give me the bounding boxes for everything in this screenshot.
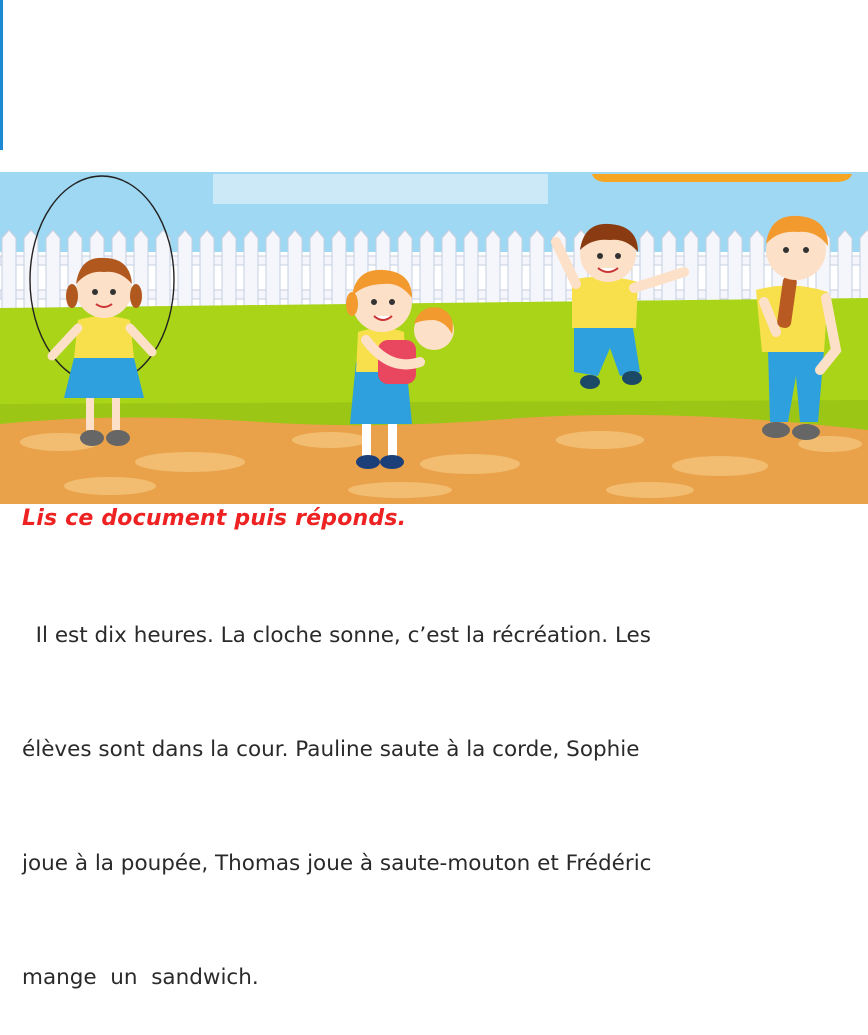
- orange-strip: [592, 174, 852, 182]
- fence-picket: [529, 229, 545, 313]
- fence-picket: [265, 229, 281, 313]
- fence-picket: [309, 229, 325, 313]
- paragraph-line: mange un sandwich.: [22, 965, 259, 990]
- fence-picket: [177, 229, 193, 313]
- instruction-heading: Lis ce document puis réponds.: [22, 506, 407, 531]
- fence-picket: [441, 229, 457, 313]
- paragraph-line: élèves sont dans la cour. Pauline saute …: [22, 737, 640, 762]
- fence-picket: [331, 229, 347, 313]
- fence-picket: [507, 229, 523, 313]
- fence-picket: [221, 229, 237, 313]
- playground-illustration: [0, 172, 868, 504]
- fence-picket: [705, 229, 721, 313]
- fence-picket: [485, 229, 501, 313]
- fence-picket: [287, 229, 303, 313]
- fence-picket: [1, 229, 17, 313]
- left-edge-bar: [0, 0, 3, 150]
- paragraph-line: Il est dix heures. La cloche sonne, c’es…: [22, 623, 651, 648]
- sky-band: [213, 174, 548, 204]
- fence-picket: [639, 229, 655, 313]
- fence-picket: [45, 229, 61, 313]
- fence-picket: [199, 229, 215, 313]
- paragraph-line: joue à la poupée, Thomas joue à saute-mo…: [22, 851, 652, 876]
- reading-paragraph: Il est dix heures. La cloche sonne, c’es…: [22, 541, 842, 1035]
- fence-picket: [243, 229, 259, 313]
- fence-picket: [155, 229, 171, 313]
- fence-picket: [463, 229, 479, 313]
- fence-picket: [419, 229, 435, 313]
